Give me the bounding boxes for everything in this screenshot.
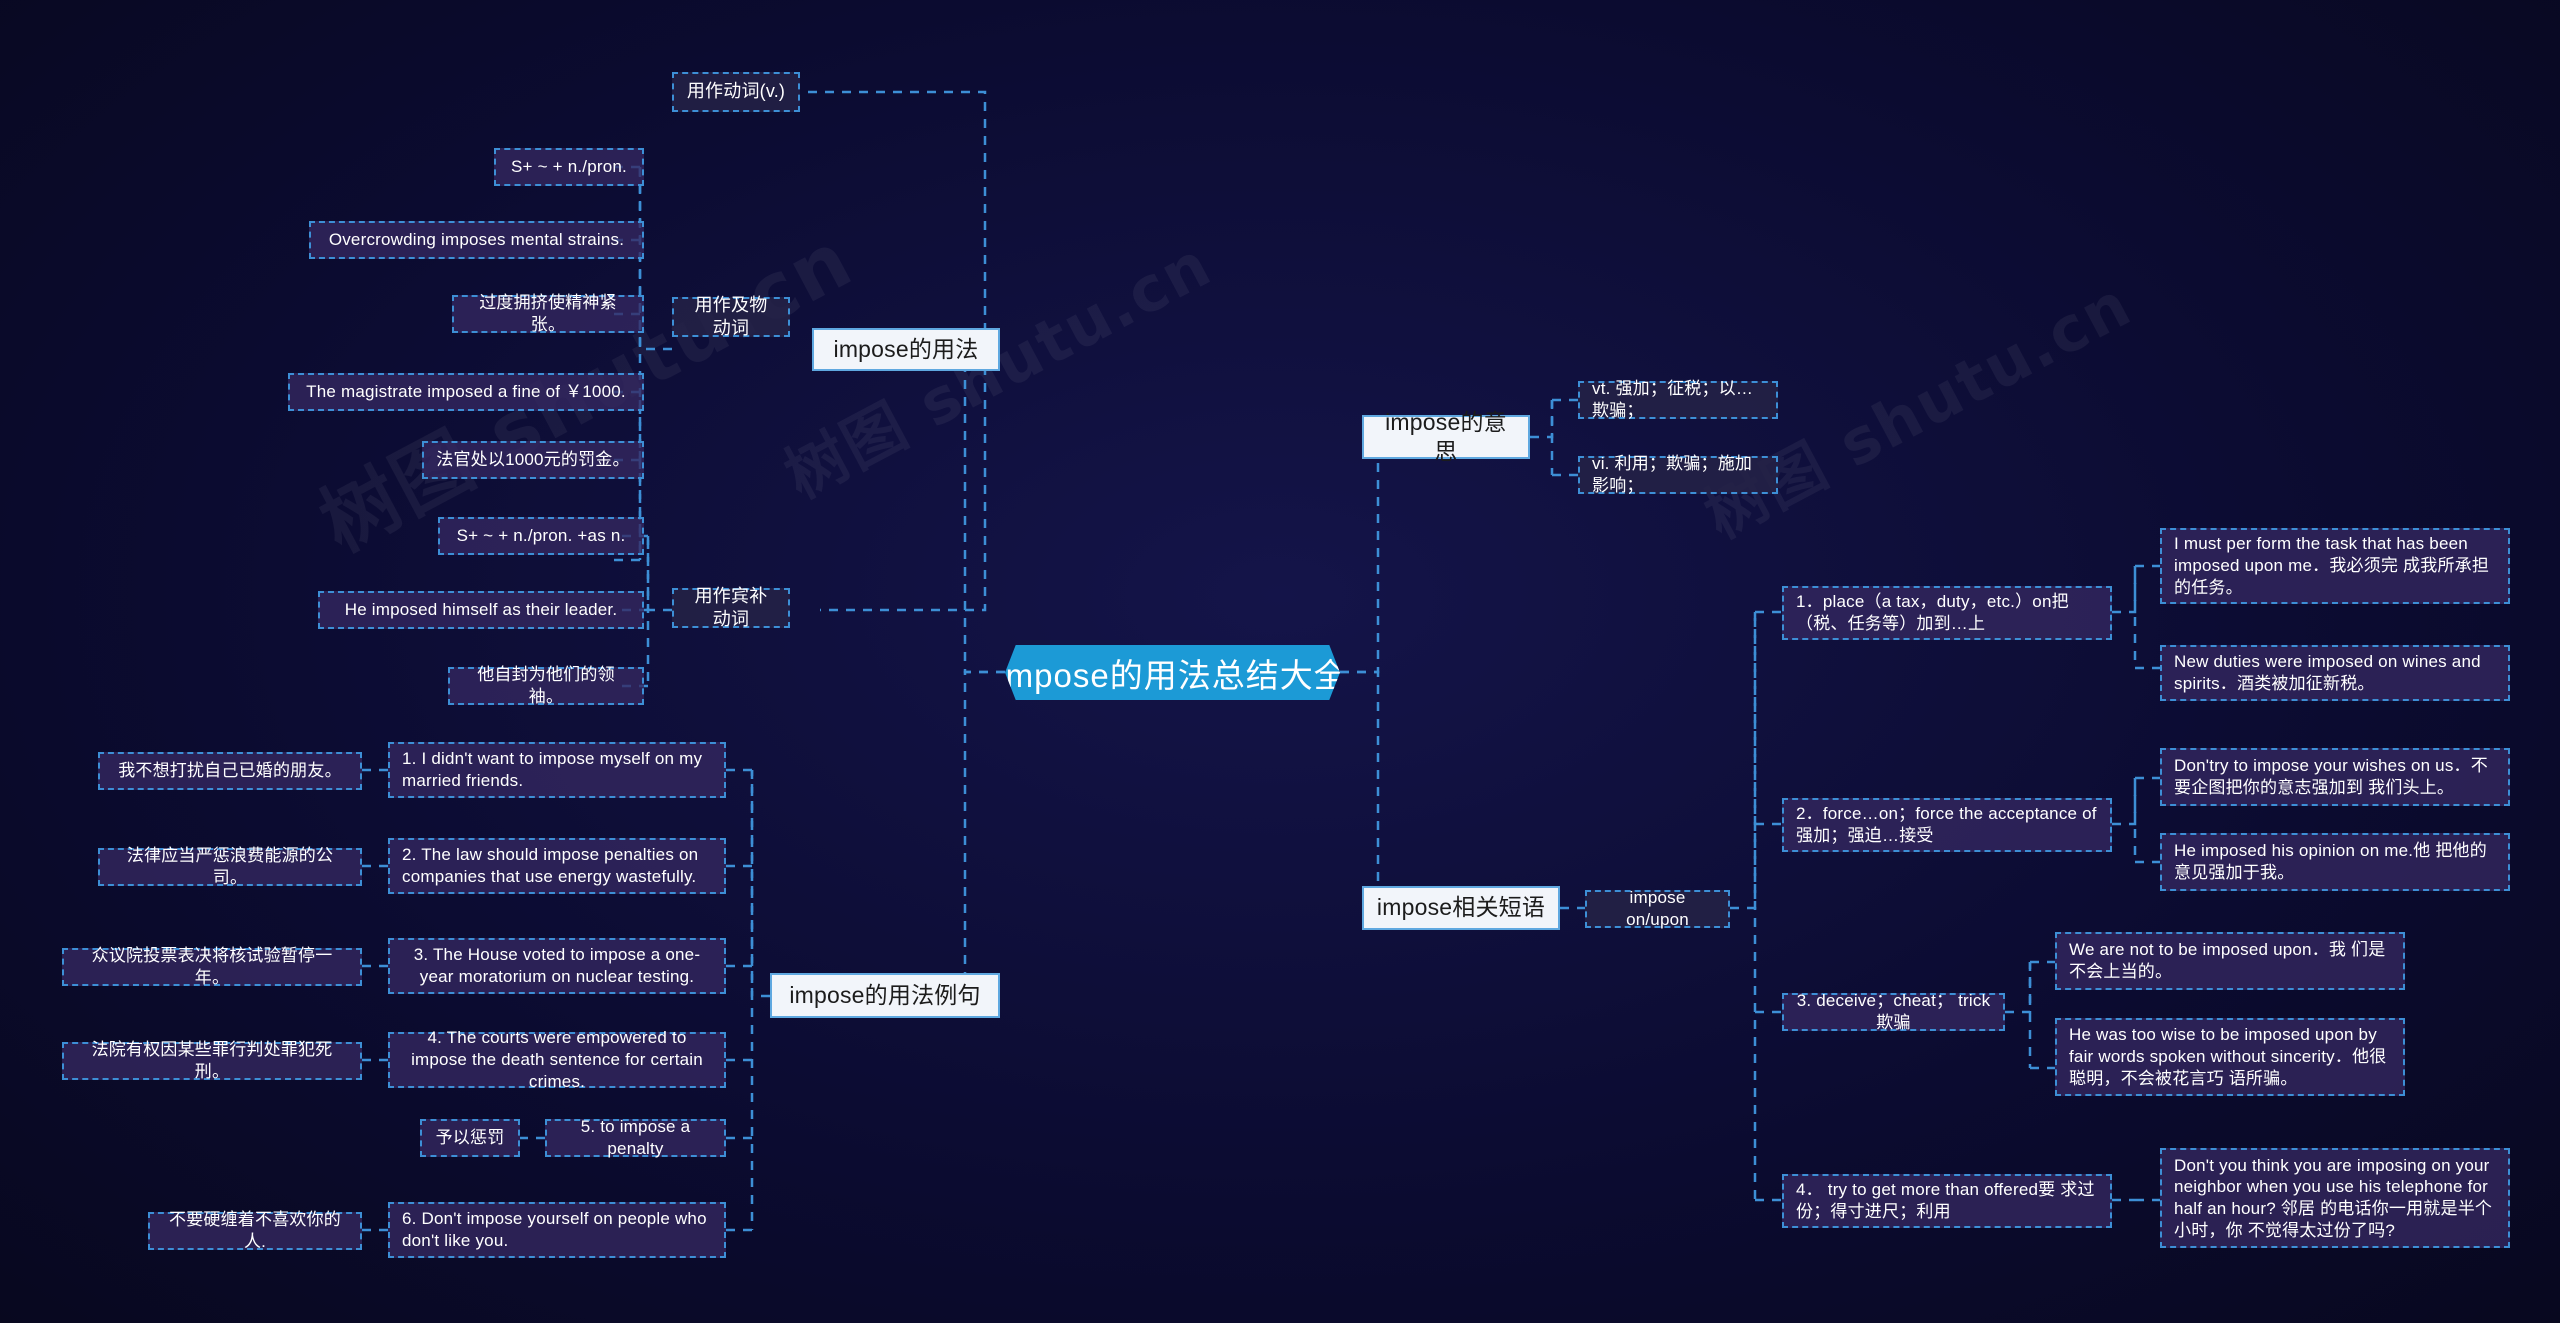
center-node[interactable]: impose的用法总结大全 [1005, 645, 1340, 700]
phrase-sense-2-example-1[interactable]: Don'try to impose your wishes on us．不要企图… [2160, 748, 2510, 806]
example-sentence-2-cn[interactable]: 法律应当严惩浪费能源的公司。 [98, 846, 362, 887]
example-sentence-4-cn[interactable]: 法院有权因某些罪行判处罪犯死刑。 [62, 1040, 362, 1081]
phrase-sense-3[interactable]: 3. deceive；cheat； trick欺骗 [1782, 991, 2005, 1032]
phrase-sense-3-example-1[interactable]: We are not to be imposed upon．我 们是不会上当的。 [2055, 932, 2405, 990]
phrase-sense-1-example-2[interactable]: New duties were imposed on wines and spi… [2160, 645, 2510, 701]
pattern-s-n-pron-as-n[interactable]: S+ ~ + n./pron. +as n. [438, 517, 644, 555]
phrase-sense-4[interactable]: 4． try to get more than offered要 求过份；得寸进… [1782, 1174, 2112, 1228]
phrase-sense-4-example-1[interactable]: Don't you think you are imposing on your… [2160, 1148, 2510, 1248]
example-magistrate-cn[interactable]: 法官处以1000元的罚金。 [422, 441, 644, 479]
example-sentence-6-cn[interactable]: 不要硬缠着不喜欢你的人. [148, 1210, 362, 1251]
branch-meaning[interactable]: impose的意思 [1362, 409, 1530, 464]
usage-child-transitive[interactable]: 用作及物动词 [672, 295, 790, 338]
phrase-sense-1-example-1[interactable]: I must per form the task that has been i… [2160, 528, 2510, 604]
branch-phrases[interactable]: impose相关短语 [1362, 886, 1560, 930]
example-sentence-1-en[interactable]: 1. I didn't want to impose myself on my … [388, 742, 726, 798]
example-sentence-6-en[interactable]: 6. Don't impose yourself on people who d… [388, 1202, 726, 1258]
example-sentence-4-en[interactable]: 4. The courts were empowered to impose t… [388, 1028, 726, 1091]
usage-child-objcomp[interactable]: 用作宾补动词 [672, 586, 790, 629]
usage-child-verb[interactable]: 用作动词(v.) [672, 72, 800, 112]
meaning-vt[interactable]: vt. 强加；征税；以…欺骗； [1578, 379, 1778, 420]
example-sentence-5-en[interactable]: 5. to impose a penalty [545, 1117, 726, 1158]
example-sentence-2-en[interactable]: 2. The law should impose penalties on co… [388, 838, 726, 894]
mindmap-canvas: 树图 shutu.cn 树图 shutu.cn 树图 shutu.cn impo… [0, 0, 2560, 1323]
example-magistrate-en[interactable]: The magistrate imposed a fine of ￥1000. [288, 373, 644, 411]
meaning-vi[interactable]: vi. 利用；欺骗；施加影响； [1578, 454, 1778, 495]
phrase-sense-1[interactable]: 1．place（a tax，duty，etc.）on把（税、任务等）加到…上 [1782, 586, 2112, 640]
example-leader-en[interactable]: He imposed himself as their leader. [318, 591, 644, 629]
phrase-sense-3-example-2[interactable]: He was too wise to be imposed upon by fa… [2055, 1018, 2405, 1096]
branch-usage[interactable]: impose的用法 [812, 328, 1000, 371]
example-sentence-3-en[interactable]: 3. The House voted to impose a one-year … [388, 938, 726, 994]
phrase-impose-on-upon[interactable]: impose on/upon [1585, 888, 1730, 929]
branch-examples[interactable]: impose的用法例句 [770, 973, 1000, 1018]
example-sentence-1-cn[interactable]: 我不想打扰自己已婚的朋友。 [98, 752, 362, 790]
phrase-sense-2[interactable]: 2．force…on；force the acceptance of强加；强迫…… [1782, 798, 2112, 852]
phrase-sense-2-example-2[interactable]: He imposed his opinion on me.他 把他的意见强加于我… [2160, 833, 2510, 891]
example-sentence-5-cn[interactable]: 予以惩罚 [420, 1119, 520, 1157]
example-overcrowding-cn[interactable]: 过度拥挤使精神紧张。 [452, 293, 644, 334]
example-overcrowding-en[interactable]: Overcrowding imposes mental strains. [309, 221, 644, 259]
pattern-s-n-pron[interactable]: S+ ~ + n./pron. [494, 148, 644, 186]
example-leader-cn[interactable]: 他自封为他们的领袖。 [448, 665, 644, 706]
example-sentence-3-cn[interactable]: 众议院投票表决将核试验暂停一年。 [62, 946, 362, 987]
